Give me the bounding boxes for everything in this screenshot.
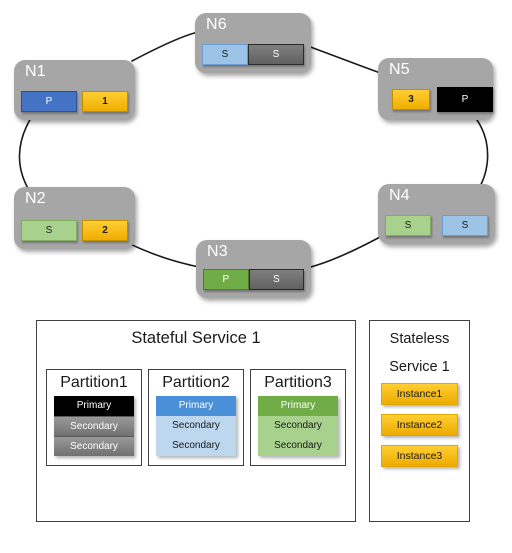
node-n4-replica-secondary-blue[interactable]: S — [442, 215, 488, 236]
node-n1-replica-primary[interactable]: P — [21, 91, 77, 112]
stateful-service-panel[interactable]: Stateful Service 1 Partition1 Primary Se… — [36, 320, 356, 522]
partition-1-replica-secondary-1[interactable]: Secondary — [54, 416, 134, 436]
node-n6-slots: S S — [195, 44, 311, 65]
partition-2-replica-secondary-1[interactable]: Secondary — [156, 416, 236, 436]
stateless-service-panel[interactable]: Stateless Service 1 Instance1 Instance2 … — [369, 320, 470, 522]
ring-edge-n4-n3 — [306, 236, 381, 269]
partition-2-replica-secondary-2[interactable]: Secondary — [156, 436, 236, 456]
partition-1-replicas: Primary Secondary Secondary — [54, 396, 134, 456]
node-n2-replica-secondary[interactable]: S — [21, 220, 77, 241]
ring-edge-n1-n6 — [131, 30, 204, 62]
node-n2-title: N2 — [25, 190, 46, 207]
stateless-service-title-line1: Stateless — [389, 331, 450, 347]
ring-edge-n5-n4 — [476, 119, 489, 191]
instance-2[interactable]: Instance2 — [381, 414, 458, 436]
node-n1-instance-1[interactable]: 1 — [82, 91, 128, 112]
partition-3[interactable]: Partition3 Primary Secondary Secondary — [250, 369, 346, 466]
partition-3-replica-primary[interactable]: Primary — [258, 396, 338, 416]
partition-3-replicas: Primary Secondary Secondary — [258, 396, 338, 456]
node-n3-replica-secondary[interactable]: S — [248, 269, 304, 290]
cluster-node-n2[interactable]: N2 S 2 — [14, 187, 135, 249]
partition-2[interactable]: Partition2 Primary Secondary Secondary — [148, 369, 244, 466]
node-n1-slots: P 1 — [14, 91, 135, 112]
node-n5-replica-primary[interactable]: P — [437, 87, 493, 112]
node-n2-instance-2[interactable]: 2 — [82, 220, 128, 241]
stateless-service-title-line2: Service 1 — [389, 359, 450, 375]
instance-1[interactable]: Instance1 — [381, 383, 458, 405]
partition-1[interactable]: Partition1 Primary Secondary Secondary — [46, 369, 142, 466]
partition-3-replica-secondary-2[interactable]: Secondary — [258, 436, 338, 456]
instance-list: Instance1 Instance2 Instance3 — [381, 383, 458, 476]
partition-2-replica-primary[interactable]: Primary — [156, 396, 236, 416]
node-n5-slots: 3 P — [378, 87, 493, 112]
cluster-node-n6[interactable]: N6 S S — [195, 13, 311, 73]
node-n5-title: N5 — [389, 61, 410, 78]
partition-1-replica-secondary-2[interactable]: Secondary — [54, 436, 134, 456]
node-n4-replica-secondary-green[interactable]: S — [385, 215, 431, 236]
cluster-node-n5[interactable]: N5 3 P — [378, 58, 493, 120]
partition-3-title: Partition3 — [264, 374, 332, 391]
node-n6-title: N6 — [206, 16, 227, 33]
node-n3-title: N3 — [207, 243, 228, 260]
node-n1-title: N1 — [25, 63, 46, 80]
cluster-node-n1[interactable]: N1 P 1 — [14, 60, 135, 120]
partition-2-replicas: Primary Secondary Secondary — [156, 396, 236, 456]
node-n6-replica-secondary-blue[interactable]: S — [202, 44, 248, 65]
partition-2-title: Partition2 — [162, 374, 230, 391]
cluster-node-n4[interactable]: N4 S S — [378, 184, 495, 244]
node-n4-slots: S S — [378, 215, 495, 236]
partition-1-title: Partition1 — [60, 374, 128, 391]
ring-edge-n6-n5 — [304, 44, 387, 76]
partition-list: Partition1 Primary Secondary Secondary P… — [46, 369, 346, 466]
ring-edge-n2-n1 — [18, 117, 32, 191]
node-n3-replica-primary[interactable]: P — [203, 269, 249, 290]
instance-3[interactable]: Instance3 — [381, 445, 458, 467]
node-n2-slots: S 2 — [14, 220, 135, 241]
partition-1-replica-primary[interactable]: Primary — [54, 396, 134, 416]
node-n4-title: N4 — [389, 187, 410, 204]
cluster-node-n3[interactable]: N3 P S — [196, 240, 311, 298]
partition-3-replica-secondary-1[interactable]: Secondary — [258, 416, 338, 436]
node-n5-instance-3[interactable]: 3 — [392, 89, 430, 110]
node-n3-slots: P S — [196, 269, 311, 290]
node-n6-replica-secondary-gray[interactable]: S — [248, 44, 304, 65]
diagram-canvas: N1 P 1 N6 S S N5 3 P N2 S 2 N3 P S N4 S … — [0, 0, 512, 553]
stateful-service-title: Stateful Service 1 — [131, 329, 261, 347]
